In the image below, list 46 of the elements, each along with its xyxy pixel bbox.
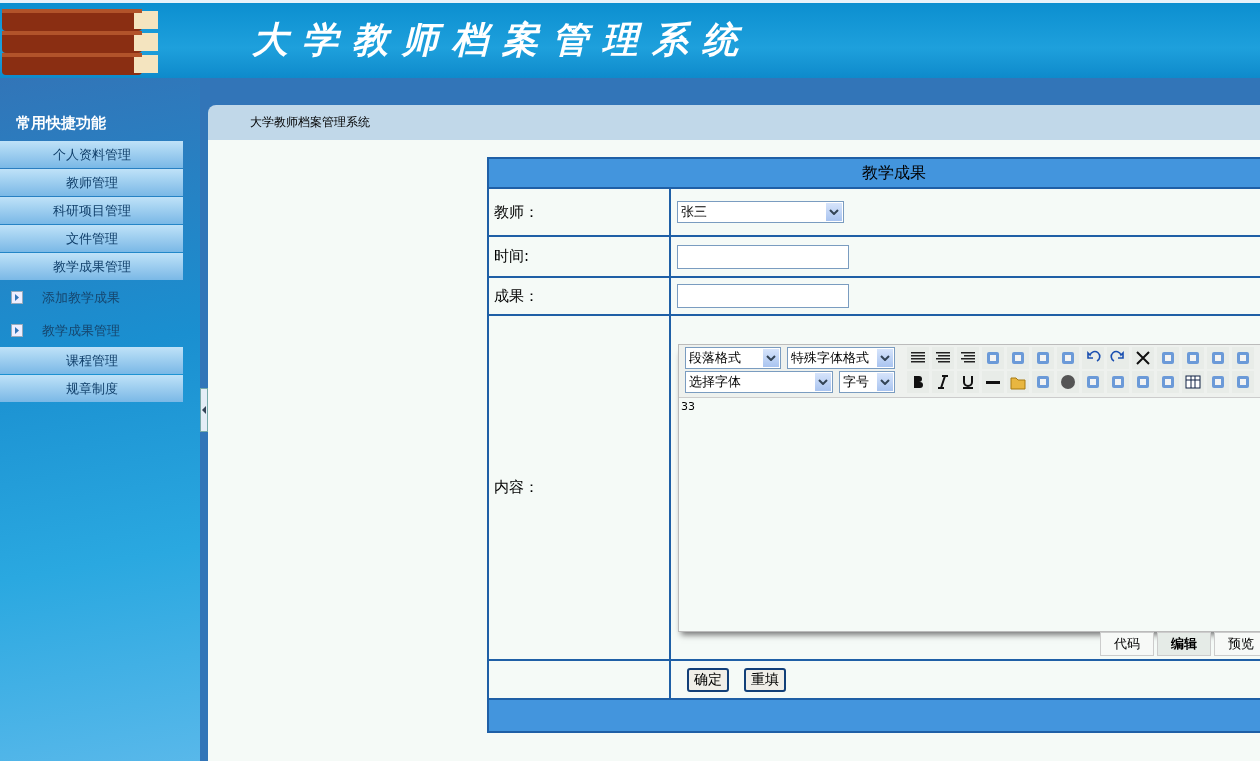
submit-button[interactable]: 确定 <box>687 667 729 692</box>
editor-tab[interactable]: 代码 <box>1100 632 1154 656</box>
caret-icon <box>880 379 890 385</box>
app-title: 大学教师档案管理系统 <box>252 17 752 62</box>
film-icon[interactable] <box>1057 371 1079 393</box>
editor-tab[interactable]: 预览 <box>1214 632 1260 656</box>
field-label: 时间: <box>494 247 530 266</box>
caret-icon <box>880 355 890 361</box>
sidebar-item[interactable]: 个人资料管理 <box>0 141 183 168</box>
field-label: 内容： <box>494 478 539 497</box>
redo-icon[interactable] <box>1107 347 1129 369</box>
sidebar-item[interactable]: 课程管理 <box>0 347 183 374</box>
field-label: 教师： <box>494 202 539 222</box>
align-right-icon[interactable] <box>957 347 979 369</box>
sidebar-title: 常用快捷功能 <box>15 112 107 134</box>
editor-text: 33 <box>680 399 696 415</box>
sidebar-item[interactable]: 教师管理 <box>0 169 183 196</box>
italic-icon[interactable] <box>932 371 954 393</box>
rich-text-editor[interactable]: 段落格式 特殊字体格式 选择字体 字号 33 <box>678 344 1260 632</box>
sidebar-item[interactable]: 教学成果管理 <box>0 253 183 280</box>
time-input[interactable] <box>677 244 849 269</box>
style-select[interactable]: 特殊字体格式 <box>787 347 895 369</box>
caret-icon <box>829 209 839 215</box>
cut-icon[interactable] <box>1132 347 1154 369</box>
field-label: 成果： <box>494 286 539 306</box>
collapse-handle[interactable] <box>200 387 208 432</box>
caret-icon <box>818 379 828 385</box>
sidebar-item[interactable]: 文件管理 <box>0 225 183 252</box>
reset-button[interactable]: 重填 <box>744 667 786 692</box>
teacher-select[interactable]: 张三 <box>677 201 844 223</box>
breadcrumb: 大学教师档案管理系统 <box>250 114 370 131</box>
size-select[interactable]: 字号 <box>839 371 895 393</box>
align-center-icon[interactable] <box>932 347 954 369</box>
form-title: 教学成果 <box>861 162 926 184</box>
sidebar-item[interactable]: 科研项目管理 <box>0 197 183 224</box>
sidebar-item[interactable]: 规章制度 <box>0 375 183 402</box>
undo-icon[interactable] <box>1082 347 1104 369</box>
font-select[interactable]: 选择字体 <box>685 371 833 393</box>
align-left-icon[interactable] <box>907 347 929 369</box>
caret-icon <box>766 355 776 361</box>
result-input[interactable] <box>677 284 849 308</box>
editor-tab[interactable]: 编辑 <box>1157 632 1211 656</box>
table-icon[interactable] <box>1182 371 1204 393</box>
underline-icon[interactable] <box>957 371 979 393</box>
bold-icon[interactable] <box>907 371 929 393</box>
paragraph-select[interactable]: 段落格式 <box>685 347 781 369</box>
